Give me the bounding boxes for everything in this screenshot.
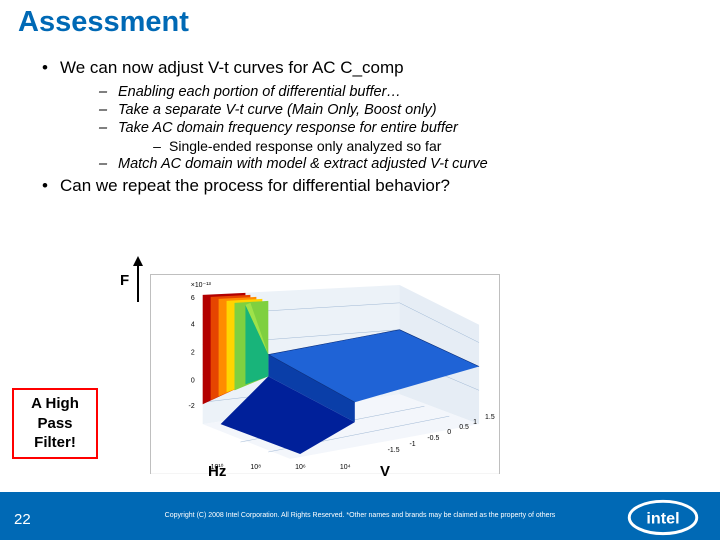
svg-text:0.5: 0.5 bbox=[459, 424, 469, 431]
callout-line-2: Pass bbox=[16, 414, 94, 434]
bullet-dash-icon: – bbox=[88, 120, 118, 136]
svg-text:6: 6 bbox=[191, 295, 195, 302]
svg-text:0: 0 bbox=[191, 377, 195, 384]
svg-text:-1.5: -1.5 bbox=[388, 447, 400, 454]
callout-line-1: A High bbox=[16, 394, 94, 414]
bullet-sub-4-text: Match AC domain with model & extract adj… bbox=[118, 156, 488, 172]
svg-text:2: 2 bbox=[191, 350, 195, 357]
chart-axis-label-f: F bbox=[120, 256, 145, 304]
bullet-dot-icon: • bbox=[30, 176, 60, 196]
svg-text:10⁶: 10⁶ bbox=[295, 464, 306, 471]
surface-plot-icon: 6 4 2 0 -2 ×10⁻¹³ 10¹⁰ 10⁸ 10⁶ 10⁴ -1.5 … bbox=[151, 275, 499, 474]
bullet-main-1-text: We can now adjust V-t curves for AC C_co… bbox=[60, 58, 404, 78]
svg-text:-2: -2 bbox=[189, 403, 195, 410]
callout-box: A High Pass Filter! bbox=[12, 388, 98, 459]
svg-text:×10⁻¹³: ×10⁻¹³ bbox=[191, 282, 212, 289]
chart-container: F bbox=[120, 256, 502, 476]
bullet-dash-icon: – bbox=[88, 84, 118, 100]
slide: Assessment • We can now adjust V-t curve… bbox=[0, 0, 720, 540]
bullet-main-1: • We can now adjust V-t curves for AC C_… bbox=[30, 58, 690, 78]
intel-logo-icon: intel bbox=[626, 494, 700, 538]
chart-axis-label-v: V bbox=[380, 463, 390, 480]
bullet-dash-icon: – bbox=[88, 156, 118, 172]
svg-text:-1: -1 bbox=[409, 441, 415, 448]
bullet-main-2: • Can we repeat the process for differen… bbox=[30, 176, 690, 196]
bullet-sub-2: – Take a separate V-t curve (Main Only, … bbox=[88, 102, 690, 118]
svg-text:1.5: 1.5 bbox=[485, 414, 495, 421]
bullet-sub-2-text: Take a separate V-t curve (Main Only, Bo… bbox=[118, 102, 437, 118]
svg-text:intel: intel bbox=[646, 509, 679, 527]
bullet-sub-1-text: Enabling each portion of differential bu… bbox=[118, 84, 401, 100]
svg-text:10⁸: 10⁸ bbox=[250, 464, 261, 471]
bullet-sub-4: – Match AC domain with model & extract a… bbox=[88, 156, 690, 172]
slide-title: Assessment bbox=[18, 6, 189, 39]
footer-copyright: Copyright (C) 2008 Intel Corporation. Al… bbox=[165, 511, 556, 520]
svg-text:-0.5: -0.5 bbox=[427, 435, 439, 442]
svg-text:10⁴: 10⁴ bbox=[340, 464, 351, 471]
bullet-sub-3a-text: Single-ended response only analyzed so f… bbox=[169, 138, 441, 154]
bullet-main-2-text: Can we repeat the process for differenti… bbox=[60, 176, 450, 196]
svg-text:0: 0 bbox=[447, 429, 451, 436]
bullet-dash-icon: – bbox=[145, 138, 169, 154]
bullet-dot-icon: • bbox=[30, 58, 60, 78]
arrow-up-icon bbox=[131, 256, 145, 304]
bullet-sub-3a: – Single-ended response only analyzed so… bbox=[145, 138, 690, 154]
bullet-dash-icon: – bbox=[88, 102, 118, 118]
footer-bar: Copyright (C) 2008 Intel Corporation. Al… bbox=[0, 492, 720, 540]
chart-surface-plot: 6 4 2 0 -2 ×10⁻¹³ 10¹⁰ 10⁸ 10⁶ 10⁴ -1.5 … bbox=[150, 274, 500, 474]
page-number: 22 bbox=[14, 511, 31, 528]
slide-body: • We can now adjust V-t curves for AC C_… bbox=[30, 58, 690, 202]
callout-line-3: Filter! bbox=[16, 433, 94, 453]
chart-axis-label-f-text: F bbox=[120, 272, 129, 289]
bullet-sub-3: – Take AC domain frequency response for … bbox=[88, 120, 690, 136]
chart-axis-label-hz: Hz bbox=[208, 463, 226, 480]
bullet-sub-3-text: Take AC domain frequency response for en… bbox=[118, 120, 458, 136]
bullet-sub-1: – Enabling each portion of differential … bbox=[88, 84, 690, 100]
svg-text:1: 1 bbox=[473, 419, 477, 426]
svg-text:4: 4 bbox=[191, 322, 195, 329]
